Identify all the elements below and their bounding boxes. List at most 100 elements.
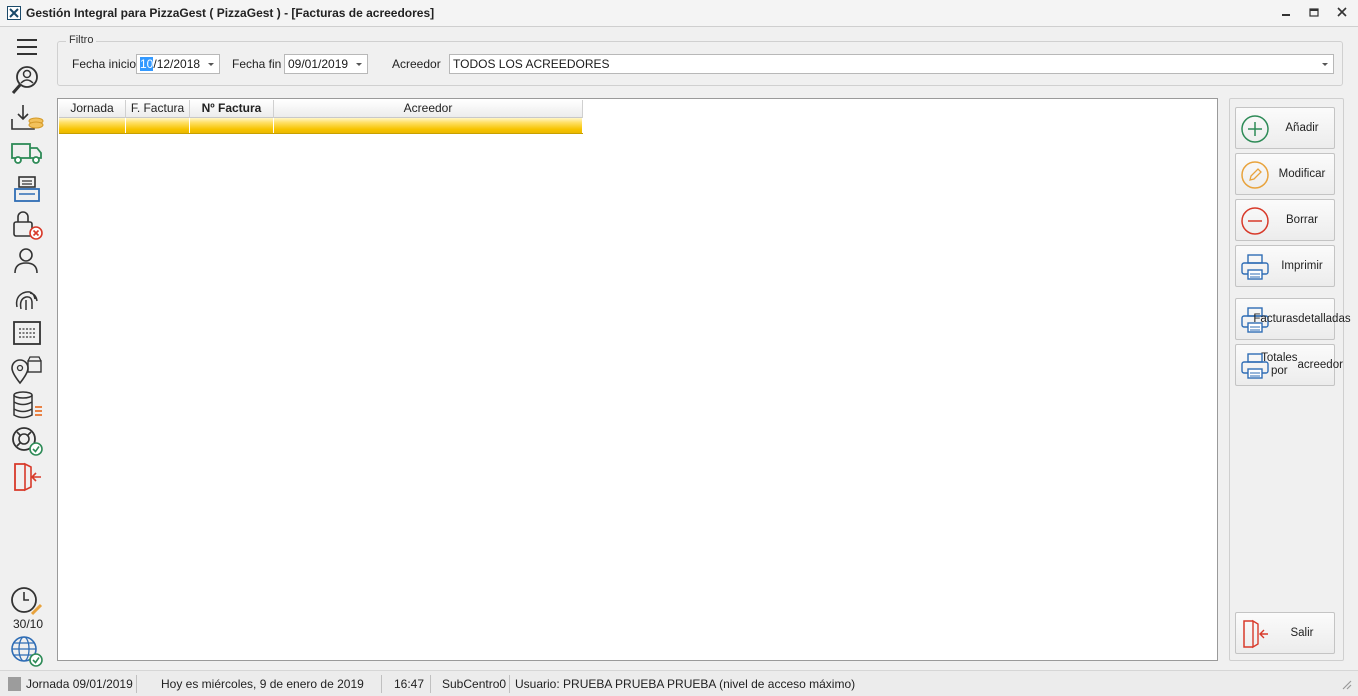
pencil-circle-icon <box>1241 161 1269 189</box>
globe-check-icon <box>11 636 43 667</box>
acreedor-value: TODOS LOS ACREEDORES <box>453 57 610 71</box>
app-logo-icon <box>7 6 21 20</box>
acreedor-label: Acreedor <box>392 57 441 71</box>
status-separator <box>136 675 137 693</box>
delete-button[interactable]: Borrar <box>1235 199 1335 241</box>
status-jornada: Jornada 09/01/2019 <box>26 677 133 691</box>
totals-by-creditor-label: Totales por acreedor <box>1261 345 1343 385</box>
status-center: SubCentro0 <box>442 677 507 691</box>
clock-edit-icon <box>11 587 43 616</box>
employee-icon <box>14 248 38 274</box>
search-user-icon <box>11 66 38 94</box>
filter-group: Filtro Fecha inicio 10/12/2018 Fecha fin… <box>57 34 1343 86</box>
sidebar-item-clock[interactable] <box>8 584 46 618</box>
keyboard-icon <box>13 321 41 345</box>
exit-button-label: Salir <box>1290 626 1314 639</box>
fecha-fin-picker[interactable]: 09/01/2019 <box>284 54 368 74</box>
add-button[interactable]: Añadir <box>1235 107 1335 149</box>
exit-button[interactable]: Salir <box>1235 612 1335 654</box>
sidebar-item-support[interactable] <box>8 424 46 458</box>
column-header-acreedor[interactable]: Acreedor <box>274 100 583 118</box>
detailed-invoices-button[interactable]: Facturas detalladas <box>1235 298 1351 340</box>
delivery-truck-icon <box>11 143 42 164</box>
restore-button[interactable] <box>1306 4 1322 20</box>
fecha-fin-label: Fecha fin <box>232 57 282 71</box>
status-separator <box>381 675 382 693</box>
plus-circle-icon <box>1241 115 1269 143</box>
sidebar-item-store-location[interactable] <box>8 352 46 386</box>
fingerprint-icon <box>15 291 38 310</box>
status-time: 16:47 <box>394 677 425 691</box>
sidebar-item-delivery[interactable] <box>8 136 46 170</box>
restore-icon <box>1309 8 1319 17</box>
menu-button[interactable] <box>8 30 46 64</box>
totals-label-line2: acreedor <box>1297 358 1343 371</box>
exit-door-icon <box>14 462 41 492</box>
title-bar: Gestión Integral para PizzaGest ( PizzaG… <box>0 0 1358 27</box>
chevron-down-icon <box>1322 63 1328 66</box>
close-button[interactable] <box>1334 4 1350 20</box>
sidebar-item-web[interactable] <box>8 634 46 668</box>
printer-icon <box>1241 254 1269 280</box>
minimize-icon <box>1282 14 1290 16</box>
status-user: Usuario: PRUEBA PRUEBA PRUEBA (nivel de … <box>515 677 856 691</box>
detailed-invoices-label: Facturas detalladas <box>1253 299 1350 339</box>
fecha-fin-value: 09/01/2019 <box>288 57 349 71</box>
invoice-grid[interactable]: Jornada F. Factura Nº Factura Acreedor <box>57 98 1218 661</box>
database-list-icon <box>13 391 42 419</box>
filter-legend: Filtro <box>66 34 97 46</box>
status-separator <box>509 675 510 693</box>
cell-numero-factura <box>190 118 274 133</box>
add-button-label: Añadir <box>1285 121 1319 134</box>
inbox-coins-icon <box>11 105 44 130</box>
detailed-invoices-label-line1: Facturas <box>1253 312 1299 325</box>
sidebar: 30/10 <box>0 28 54 668</box>
column-header-fecha-factura[interactable]: F. Factura <box>126 100 190 118</box>
sidebar-item-fingerprint[interactable] <box>8 280 46 314</box>
sidebar-item-cash-register[interactable] <box>8 172 46 206</box>
sidebar-item-keyboard[interactable] <box>8 316 46 350</box>
exit-door-icon <box>1243 619 1268 649</box>
cell-fecha-factura <box>126 118 190 133</box>
status-today: Hoy es miércoles, 9 de enero de 2019 <box>161 677 364 691</box>
lock-error-icon <box>13 211 43 240</box>
grid-header: Jornada F. Factura Nº Factura Acreedor <box>59 100 583 118</box>
cell-jornada <box>59 118 126 133</box>
minus-circle-icon <box>1241 207 1269 235</box>
minimize-button[interactable] <box>1278 4 1294 20</box>
close-icon <box>1337 7 1347 17</box>
window-title: Gestión Integral para PizzaGest ( PizzaG… <box>26 6 435 20</box>
status-bar: Jornada 09/01/2019 Hoy es miércoles, 9 d… <box>0 670 1358 696</box>
status-indicator <box>8 677 21 691</box>
sidebar-item-employees[interactable] <box>8 244 46 278</box>
print-button[interactable]: Imprimir <box>1235 245 1335 287</box>
fecha-inicio-picker[interactable]: 10/12/2018 <box>136 54 220 74</box>
chevron-down-icon <box>356 63 362 66</box>
edit-button[interactable]: Modificar <box>1235 153 1335 195</box>
print-button-label: Imprimir <box>1281 259 1323 272</box>
acreedor-select[interactable]: TODOS LOS ACREEDORES <box>449 54 1334 74</box>
support-check-icon <box>12 427 43 456</box>
edit-button-label: Modificar <box>1278 167 1326 180</box>
sidebar-item-exit[interactable] <box>8 460 46 494</box>
store-location-icon <box>11 356 42 385</box>
table-row[interactable] <box>59 118 583 134</box>
cell-acreedor <box>274 118 583 133</box>
totals-label-line1: Totales por <box>1261 352 1298 377</box>
actions-panel: Añadir Modificar Borrar Imprimir Factura… <box>1229 98 1351 661</box>
cash-register-icon <box>14 176 40 202</box>
sidebar-item-database[interactable] <box>8 388 46 422</box>
menu-icon <box>17 39 37 55</box>
sidebar-item-income[interactable] <box>8 100 46 134</box>
resize-grip-icon[interactable] <box>1340 678 1352 690</box>
sidebar-item-lock[interactable] <box>8 208 46 242</box>
sidebar-date-label: 30/10 <box>12 617 44 631</box>
status-separator <box>430 675 431 693</box>
detailed-invoices-label-line2: detalladas <box>1298 312 1351 325</box>
fecha-inicio-value: /12/2018 <box>153 57 201 71</box>
totals-by-creditor-button[interactable]: Totales por acreedor <box>1235 344 1343 386</box>
sidebar-item-search-user[interactable] <box>8 64 46 98</box>
column-header-jornada[interactable]: Jornada <box>59 100 126 118</box>
column-header-numero-factura[interactable]: Nº Factura <box>190 100 274 118</box>
fecha-inicio-label: Fecha inicio <box>72 57 137 71</box>
